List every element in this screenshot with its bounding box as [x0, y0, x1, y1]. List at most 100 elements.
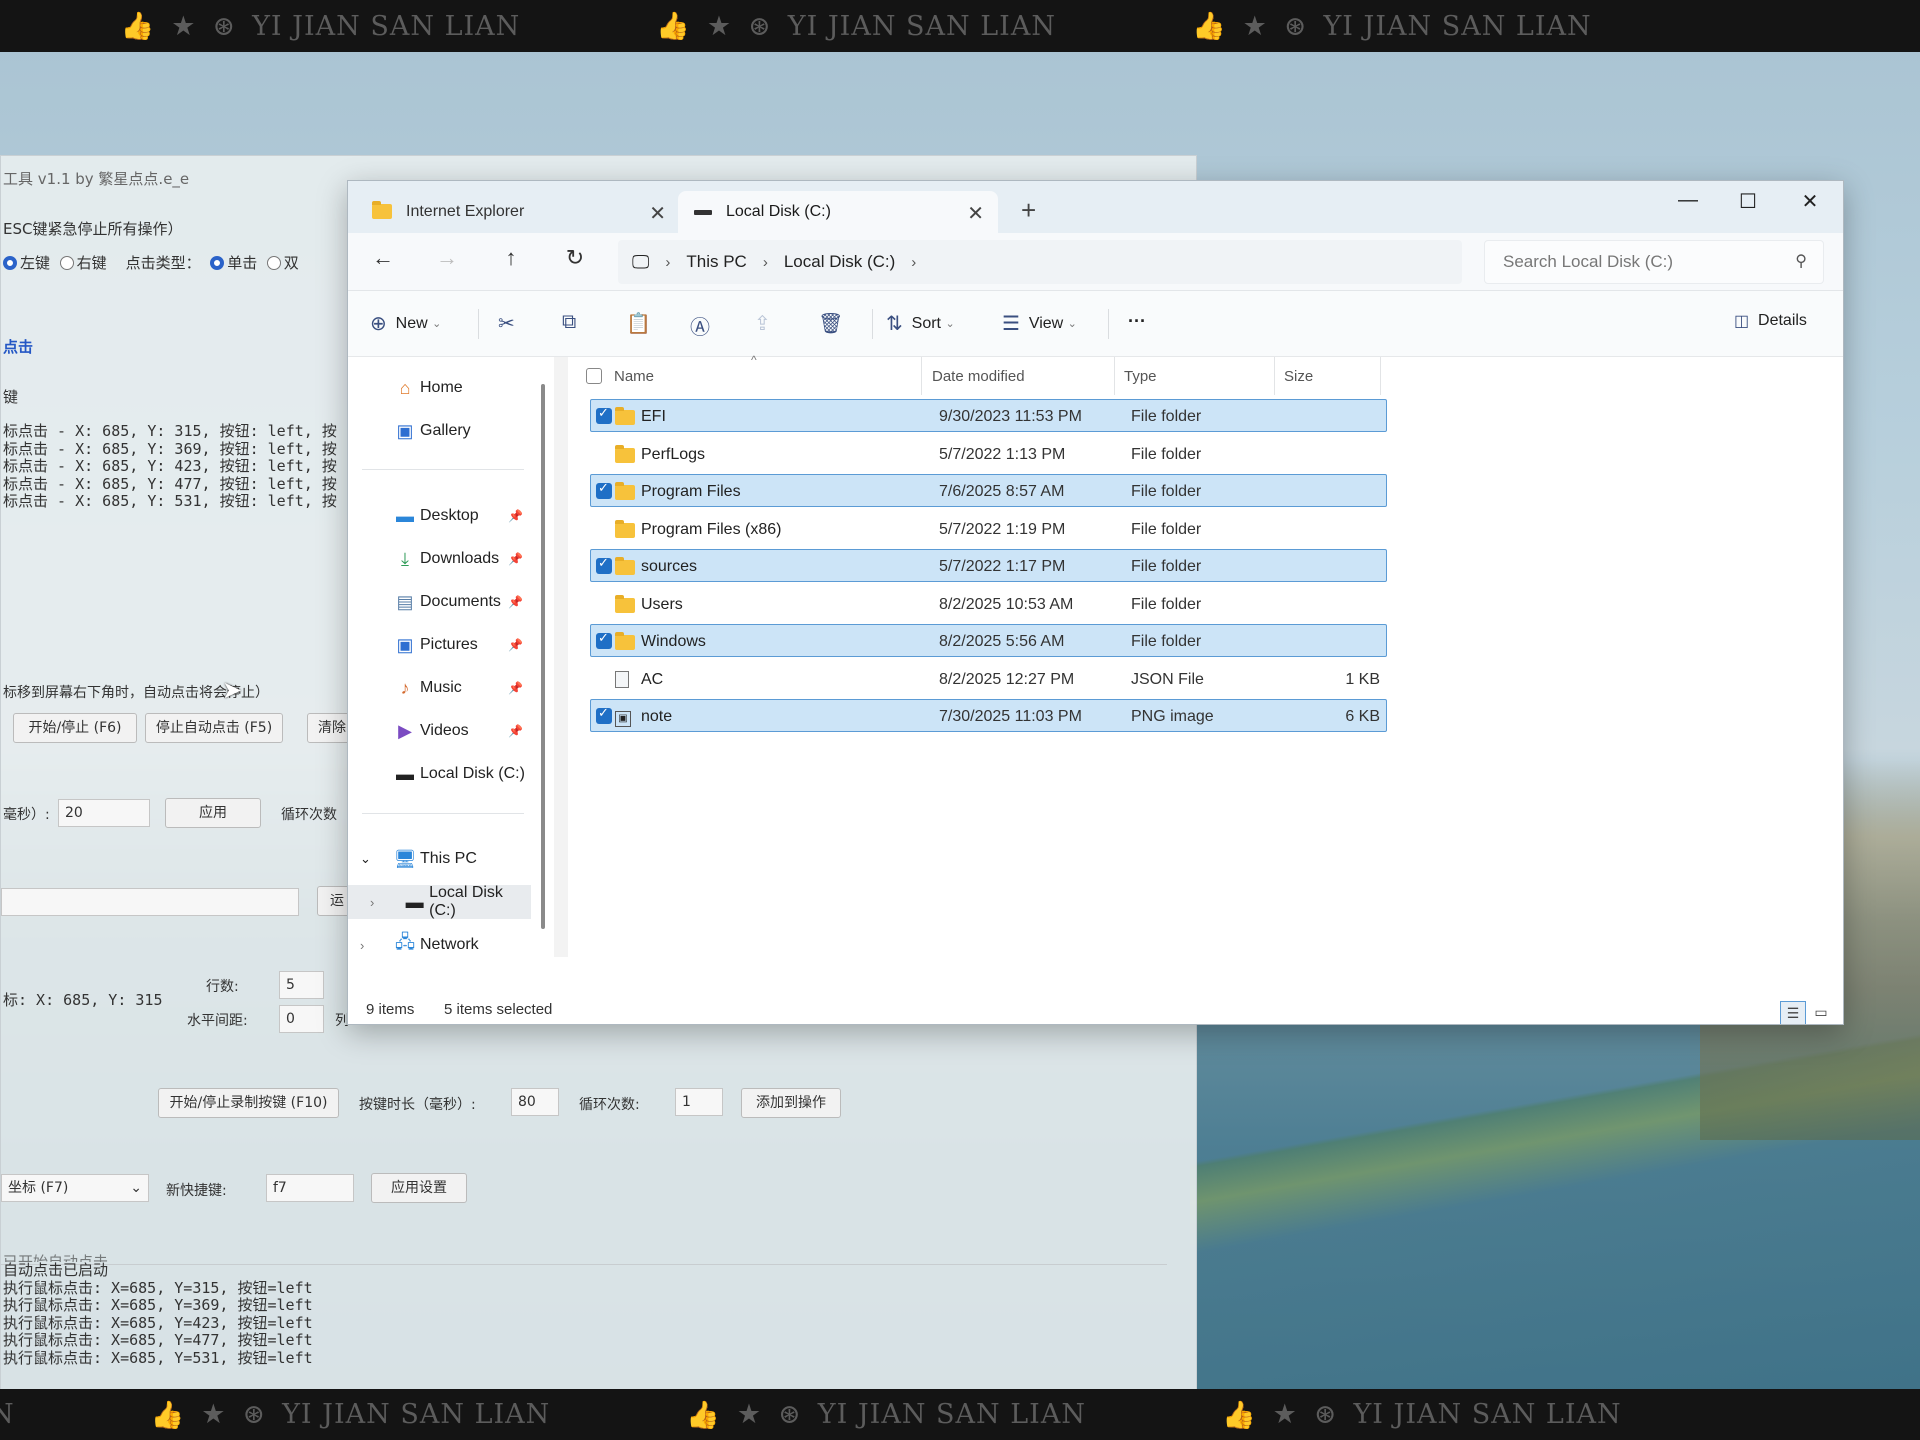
record-key-button[interactable]: 开始/停止录制按键 (F10) [158, 1088, 339, 1118]
column-size[interactable]: Size [1284, 368, 1313, 385]
breadcrumb-this-pc[interactable]: This PC [686, 252, 746, 272]
folder-icon [615, 557, 635, 575]
nav-item-pictures[interactable]: ▣ Pictures 📌 [348, 628, 531, 662]
nav-item-local-disk-pinned[interactable]: ▬ Local Disk (C:) [348, 757, 531, 791]
forward-button[interactable]: → [430, 245, 464, 271]
trash-icon: 🗑 [818, 313, 844, 335]
nav-item-downloads[interactable]: ⤓ Downloads 📌 [348, 542, 531, 576]
nav-item-home[interactable]: ⌂ Home [348, 371, 531, 405]
close-window-button[interactable]: ✕ [1780, 189, 1840, 214]
column-divider[interactable] [1114, 357, 1115, 395]
key-duration-input[interactable]: 80 [511, 1088, 559, 1116]
column-divider[interactable] [921, 357, 922, 395]
pin-icon: 📌 [508, 681, 523, 695]
nav-item-local-disk[interactable]: › ▬ Local Disk (C:) [348, 884, 531, 919]
rows-input[interactable]: 5 [279, 971, 324, 999]
tab-internet-explorer[interactable]: Internet Explorer ✕ [356, 191, 680, 233]
minimize-button[interactable]: — [1658, 189, 1718, 212]
file-row[interactable]: PerfLogs 5/7/2022 1:13 PM File folder [590, 437, 1387, 470]
breadcrumb-local-disk[interactable]: Local Disk (C:) [784, 252, 895, 272]
pane-splitter[interactable] [554, 357, 568, 957]
cut-button[interactable]: ✂ [498, 311, 515, 336]
radio-right-button[interactable] [59, 256, 74, 270]
action-log: 标点击 - X: 685, Y: 315, 按钮: left, 按 标点击 - … [3, 422, 337, 511]
clipboard-icon: 📋 [626, 313, 651, 335]
column-date[interactable]: Date modified [932, 368, 1025, 385]
loop-count-input[interactable]: 1 [675, 1088, 723, 1116]
row-checkbox[interactable] [596, 630, 612, 649]
row-checkbox[interactable] [596, 480, 612, 499]
paste-button[interactable]: 📋 [626, 311, 651, 336]
back-button[interactable]: ← [366, 245, 400, 271]
row-checkbox[interactable] [596, 555, 612, 574]
add-action-button[interactable]: 添加到操作 [741, 1088, 841, 1118]
new-button[interactable]: ⊕ New ⌄ [370, 311, 441, 336]
toolbar-divider [1108, 309, 1109, 339]
file-row[interactable]: Users 8/2/2025 10:53 AM File folder [590, 587, 1387, 620]
file-row[interactable]: ▣ note 7/30/2025 11:03 PM PNG image 6 KB [590, 699, 1387, 732]
share-button[interactable]: ⇪ [754, 311, 771, 336]
details-view-button[interactable]: ☰ [1780, 1001, 1806, 1024]
file-explorer-window: Internet Explorer ✕ Local Disk (C:) ✕ + … [347, 180, 1844, 1025]
file-row[interactable]: Program Files 7/6/2025 8:57 AM File folder [590, 474, 1387, 507]
column-name[interactable]: Name [614, 368, 654, 385]
nav-item-desktop[interactable]: ▬ Desktop 📌 [348, 499, 531, 533]
radio-single-click[interactable] [210, 256, 225, 270]
toolbar-divider [478, 309, 479, 339]
file-row[interactable]: Program Files (x86) 5/7/2022 1:19 PM File … [590, 512, 1387, 545]
nav-item-network[interactable]: › 🖧 Network [348, 928, 531, 962]
close-tab-icon[interactable]: ✕ [649, 201, 666, 226]
details-pane-button[interactable]: ◫ Details [1734, 311, 1807, 331]
file-row[interactable]: Windows 8/2/2025 5:56 AM File folder [590, 624, 1387, 657]
more-options-button[interactable]: ··· [1128, 311, 1146, 332]
refresh-button[interactable]: ↻ [558, 245, 592, 271]
file-type: File folder [1131, 445, 1202, 463]
copy-button[interactable]: ⧉ [562, 311, 576, 334]
nav-item-videos[interactable]: ▶ Videos 📌 [348, 714, 531, 748]
breadcrumb[interactable]: 🖵 › This PC › Local Disk (C:) › [618, 240, 1462, 284]
close-tab-icon[interactable]: ✕ [967, 201, 984, 226]
maximize-button[interactable]: ☐ [1718, 189, 1778, 214]
select-all-checkbox[interactable] [586, 368, 602, 384]
column-divider[interactable] [1274, 357, 1275, 395]
folder-icon [615, 444, 635, 463]
row-checkbox[interactable] [596, 705, 612, 724]
rename-button[interactable]: Ⓐ [690, 311, 710, 340]
file-icon-cell: ▣ [615, 708, 631, 727]
mouse-cursor-icon: ➤ [222, 677, 243, 704]
file-row[interactable]: AC 8/2/2025 12:27 PM JSON File 1 KB [590, 662, 1387, 695]
radio-left-button[interactable] [3, 256, 17, 270]
hspace-input[interactable]: 0 [279, 1005, 324, 1033]
new-hotkey-input[interactable]: f7 [266, 1174, 354, 1202]
nav-scrollbar[interactable] [541, 384, 545, 929]
log-line: 标点击 - X: 685, Y: 315, 按钮: left, 按 [3, 422, 337, 440]
row-checkbox[interactable] [596, 405, 612, 424]
start-stop-button[interactable]: 开始/停止 (F6) [13, 713, 137, 743]
folder-icon [615, 632, 635, 650]
file-row[interactable]: EFI 9/30/2023 11:53 PM File folder [590, 399, 1387, 432]
radio-double-click[interactable] [266, 256, 281, 270]
file-row[interactable]: sources 5/7/2022 1:17 PM File folder [590, 549, 1387, 582]
column-type[interactable]: Type [1124, 368, 1157, 385]
folder-icon [615, 482, 635, 500]
hotkey-select[interactable]: 坐标 (F7) ⌄ [1, 1174, 149, 1202]
chevron-down-icon: ⌄ [360, 851, 371, 866]
tiles-view-button[interactable]: ▭ [1808, 1001, 1834, 1024]
apply-button[interactable]: 应用 [165, 798, 261, 828]
nav-item-documents[interactable]: ▤ Documents 📌 [348, 585, 531, 619]
sort-button[interactable]: ⇅ Sort ⌄ [886, 311, 955, 336]
column-divider[interactable] [1380, 357, 1381, 395]
tab-local-disk[interactable]: Local Disk (C:) ✕ [678, 191, 998, 233]
up-button[interactable]: ↑ [494, 245, 528, 271]
delete-button[interactable]: 🗑 [818, 311, 843, 336]
apply-settings-button[interactable]: 应用设置 [371, 1173, 467, 1203]
view-button[interactable]: ☰ View ⌄ [1002, 311, 1077, 336]
stop-auto-click-button[interactable]: 停止自动点击 (F5) [145, 713, 283, 743]
nav-item-music[interactable]: ♪ Music 📌 [348, 671, 531, 705]
new-tab-button[interactable]: + [1021, 195, 1036, 226]
nav-item-gallery[interactable]: ▣ Gallery [348, 414, 531, 448]
search-input[interactable]: Search Local Disk (C:) ⚲ [1484, 240, 1824, 284]
interval-input[interactable]: 20 [58, 799, 150, 827]
path-input[interactable] [1, 888, 299, 916]
nav-item-this-pc[interactable]: ⌄ 🖥 This PC [348, 842, 531, 876]
